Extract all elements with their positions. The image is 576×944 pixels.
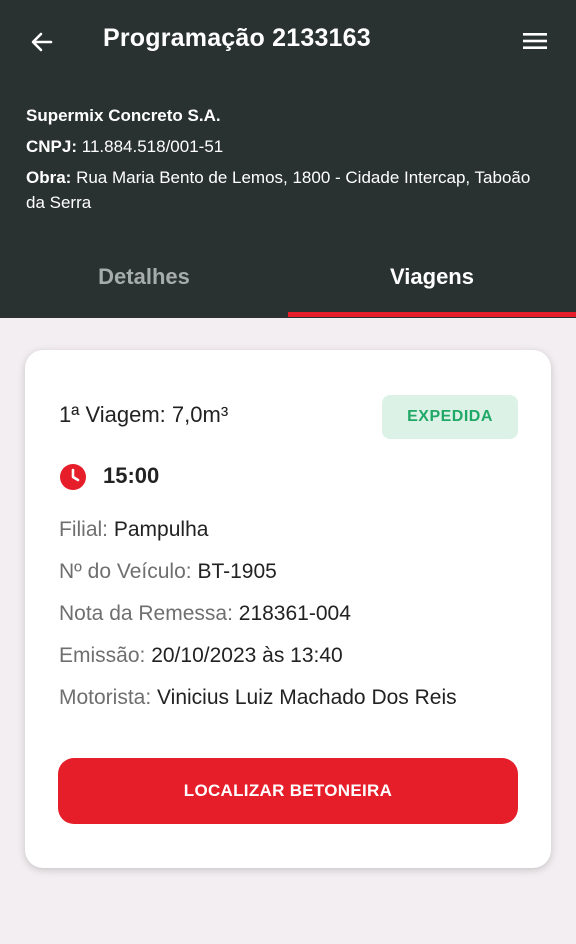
obra-value: Rua Maria Bento de Lemos, 1800 - Cidade … [26, 168, 531, 212]
cnpj-label: CNPJ: [26, 137, 78, 156]
field-value: 218361-004 [238, 602, 351, 625]
field-label: Nota da Remessa: [59, 602, 233, 625]
back-button[interactable] [26, 26, 58, 58]
trip-title: 1ª Viagem: 7,0m³ [59, 402, 229, 427]
obra-label: Obra: [26, 168, 72, 187]
cnpj-row: CNPJ: 11.884.518/001-51 [26, 134, 546, 159]
clock-icon [60, 464, 86, 490]
hamburger-menu-icon [523, 33, 547, 49]
cnpj-value: 11.884.518/001-51 [81, 137, 224, 156]
field-value: 20/10/2023 às 13:40 [151, 644, 343, 667]
arrow-left-icon [31, 32, 53, 52]
field-value: Vinicius Luiz Machado Dos Reis [157, 686, 457, 709]
locate-mixer-button[interactable]: LOCALIZAR BETONEIRA [58, 758, 518, 824]
field-emissao: Emissão: 20/10/2023 às 13:40 [59, 644, 343, 668]
field-label: Motorista: [59, 686, 152, 709]
trip-card: 1ª Viagem: 7,0m³ EXPEDIDA 15:00 Filial: … [25, 350, 551, 868]
obra-row: Obra: Rua Maria Bento de Lemos, 1800 - C… [26, 165, 546, 215]
field-veiculo: Nº do Veículo: BT-1905 [59, 560, 277, 584]
order-info: Supermix Concreto S.A. CNPJ: 11.884.518/… [26, 103, 546, 221]
field-motorista: Motorista: Vinicius Luiz Machado Dos Rei… [59, 686, 457, 710]
company-name: Supermix Concreto S.A. [26, 106, 221, 125]
status-badge: EXPEDIDA [382, 395, 518, 439]
field-label: Emissão: [59, 644, 146, 667]
page-title: Programação 2133163 [103, 24, 371, 52]
tab-viagens[interactable]: Viagens [288, 248, 576, 318]
tab-detalhes[interactable]: Detalhes [0, 248, 288, 318]
trip-time: 15:00 [103, 463, 160, 488]
field-label: Nº do Veículo: [59, 560, 192, 583]
field-value: Pampulha [113, 518, 209, 541]
active-tab-indicator [288, 312, 576, 317]
field-label: Filial: [59, 518, 109, 541]
field-nota-remessa: Nota da Remessa: 218361-004 [59, 602, 351, 626]
app-header: Programação 2133163 Supermix Concreto S.… [0, 0, 576, 318]
field-value: BT-1905 [197, 560, 277, 583]
menu-button[interactable] [518, 26, 552, 56]
field-filial: Filial: Pampulha [59, 518, 208, 542]
tab-bar: Detalhes Viagens [0, 248, 576, 318]
